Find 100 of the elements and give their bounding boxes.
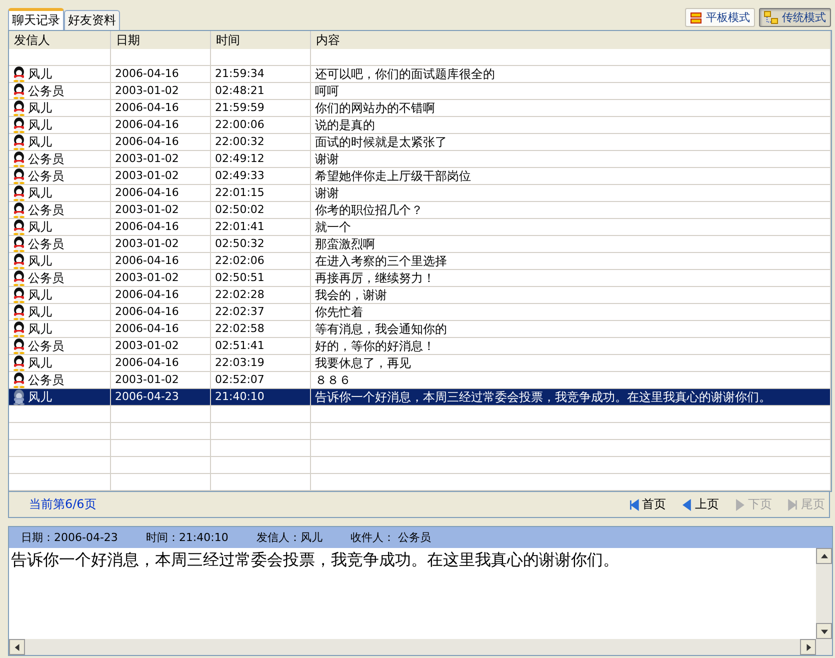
page-button[interactable]: 上页 (680, 496, 719, 513)
step-forward-icon (786, 498, 799, 512)
table-cell: 2006-04-16 (111, 355, 211, 372)
triangle-left-icon (14, 644, 20, 650)
triangle-up-icon (820, 552, 828, 560)
scroll-up-button[interactable] (816, 548, 832, 564)
table-cell: 22:02:28 (211, 287, 311, 304)
table-cell: 02:49:33 (211, 168, 311, 185)
triangle-right-icon (804, 644, 812, 650)
table-cell: 22:02:06 (211, 253, 311, 270)
table-cell: 那蛮激烈啊 (311, 236, 831, 253)
table-cell: 02:49:12 (211, 151, 311, 168)
table-cell: 就一个 (311, 219, 831, 236)
table-cell: 我会的，谢谢 (311, 287, 831, 304)
table-cell: 22:01:15 (211, 185, 311, 202)
sender-name: 公务员 (28, 236, 64, 252)
table-cell: 2006-04-16 (111, 185, 211, 202)
sender-name: 公务员 (28, 372, 64, 388)
table-cell: 2006-04-16 (111, 253, 211, 270)
sender-name: 风儿 (28, 389, 52, 405)
sender-name: 公务员 (28, 83, 64, 99)
table-cell: 2003-01-02 (111, 372, 211, 389)
triangle-right-icon (733, 498, 746, 512)
table-cell: 你们的网站办的不错啊 (311, 100, 831, 117)
horizontal-scrollbar[interactable] (9, 639, 832, 655)
table-cell: 2003-01-02 (111, 83, 211, 100)
sender-name: 风儿 (28, 100, 52, 116)
triangle-down-icon (820, 628, 828, 634)
table-cell: 02:52:07 (211, 372, 311, 389)
triangle-left-icon (680, 498, 693, 512)
table-cell: 呵呵 (311, 83, 831, 100)
sender-name: 风儿 (28, 355, 52, 371)
table-cell: 02:50:51 (211, 270, 311, 287)
penguin-icon (11, 389, 27, 405)
table-cell: 22:02:37 (211, 304, 311, 321)
tab[interactable]: 好友资料 (64, 10, 120, 30)
table-cell: 2006-04-16 (111, 304, 211, 321)
tab[interactable]: 聊天记录 (8, 8, 64, 30)
table-cell: 2003-01-02 (111, 270, 211, 287)
table-cell: 2006-04-16 (111, 100, 211, 117)
message-text: 告诉你一个好消息，本周三经过常委会投票，我竞争成功。在这里我真心的谢谢你们。 (10, 549, 620, 571)
page-status: 当前第6/6页 (29, 496, 96, 513)
view-mode-button[interactable]: 传统模式 (759, 8, 831, 27)
sender-name: 公务员 (28, 151, 64, 167)
sender-name: 风儿 (28, 185, 52, 201)
table-cell: 22:03:19 (211, 355, 311, 372)
sender-name: 风儿 (28, 321, 52, 337)
info-field: 时间：21:40:10 (146, 530, 228, 545)
sender-name: 风儿 (28, 66, 52, 82)
table-cell: 在进入考察的三个里选择 (311, 253, 831, 270)
sender-name: 公务员 (28, 168, 64, 184)
vertical-scrollbar[interactable] (816, 548, 832, 639)
column-header[interactable]: 日期 (111, 31, 211, 49)
table-cell: 2003-01-02 (111, 338, 211, 355)
info-field: 发信人：风儿 (256, 530, 322, 545)
scroll-down-button[interactable] (816, 623, 832, 639)
page-button[interactable]: 首页 (627, 496, 666, 513)
table-cell: 2006-04-16 (111, 134, 211, 151)
scroll-left-button[interactable] (9, 639, 25, 655)
table-cell: ８８６ (311, 372, 831, 389)
table-cell: 2006-04-16 (111, 287, 211, 304)
table-cell: 2006-04-23 (111, 389, 211, 406)
folder-tree-icon (764, 11, 778, 24)
table-cell: 2003-01-02 (111, 168, 211, 185)
table-cell: 等有消息，我会通知你的 (311, 321, 831, 338)
table-cell: 2006-04-16 (111, 117, 211, 134)
table-cell: 02:48:21 (211, 83, 311, 100)
table-cell: 我要休息了，再见 (311, 355, 831, 372)
sender-name: 风儿 (28, 219, 52, 235)
table-cell: 2003-01-02 (111, 236, 211, 253)
table-cell: 希望她伴你走上厅级干部岗位 (311, 168, 831, 185)
sender-name: 公务员 (28, 270, 64, 286)
table-cell: 谢谢 (311, 151, 831, 168)
step-back-icon (627, 498, 640, 512)
sender-name: 公务员 (28, 338, 64, 354)
table-cell: 21:59:34 (211, 66, 311, 83)
column-header[interactable]: 时间 (211, 31, 311, 49)
sender-name: 公务员 (28, 202, 64, 218)
table-cell: 22:02:58 (211, 321, 311, 338)
column-header[interactable]: 内容 (311, 31, 831, 49)
table-cell: 你先忙着 (311, 304, 831, 321)
sender-name: 风儿 (28, 287, 52, 303)
view-mode-button[interactable]: 平板模式 (685, 8, 755, 27)
sender-name: 风儿 (28, 117, 52, 133)
table-cell: 2006-04-16 (111, 219, 211, 236)
table-cell: 22:00:06 (211, 117, 311, 134)
info-field: 收件人： 公务员 (350, 530, 431, 545)
table-cell: 02:50:32 (211, 236, 311, 253)
scroll-right-button[interactable] (800, 639, 816, 655)
table-cell: 2006-04-16 (111, 321, 211, 338)
column-header[interactable]: 发信人 (9, 31, 111, 49)
table-cell: 你考的职位招几个？ (311, 202, 831, 219)
table-cell: 还可以吧，你们的面试题库很全的 (311, 66, 831, 83)
table-cell: 2003-01-02 (111, 202, 211, 219)
table-cell: 说的是真的 (311, 117, 831, 134)
sender-name: 风儿 (28, 134, 52, 150)
table-cell: 再接再厉，继续努力！ (311, 270, 831, 287)
table-cell: 告诉你一个好消息，本周三经过常委会投票，我竞争成功。在这里我真心的谢谢你们。 (311, 389, 831, 406)
table-cell: 22:01:41 (211, 219, 311, 236)
table-cell: 02:50:02 (211, 202, 311, 219)
